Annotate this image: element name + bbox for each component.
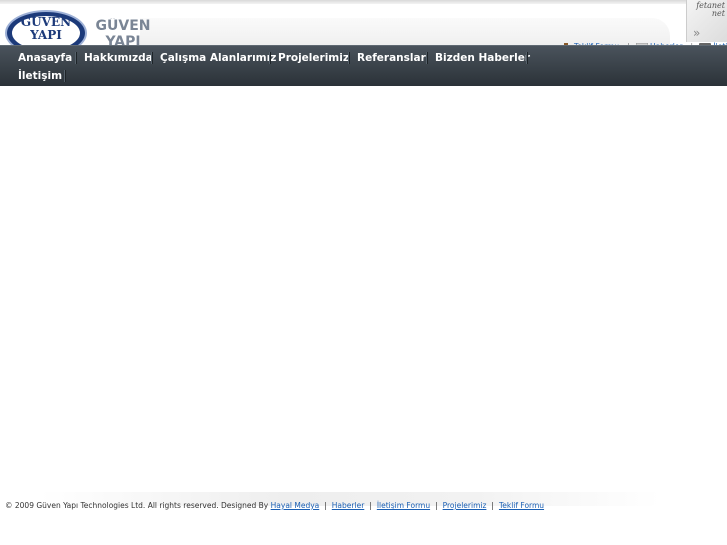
nav-separator <box>75 52 77 64</box>
nav-item-iletisim[interactable]: İletişim <box>18 68 62 84</box>
footer-link-hayal-medya[interactable]: Hayal Medya <box>271 501 320 510</box>
brand-name: GÜVEN YAPI <box>95 18 151 46</box>
main-navigation: Anasayfa Hakkımızda Çalışma Alanlarımız … <box>0 45 727 86</box>
fetanet-label: fetanet net <box>696 1 725 18</box>
nav-item-bizden-haberler[interactable]: Bizden Haberler <box>435 50 530 66</box>
nav-separator <box>426 52 428 64</box>
nav-item-calisma-alanlarimiz[interactable]: Çalışma Alanlarımız <box>160 50 276 66</box>
footer-link-projelerimiz[interactable]: Projelerimiz <box>443 501 487 510</box>
footer-link-haberler[interactable]: Haberler <box>332 501 364 510</box>
nav-separator <box>151 52 153 64</box>
nav-separator <box>348 52 350 64</box>
nav-item-projelerimiz[interactable]: Projelerimiz <box>278 50 349 66</box>
footer: © 2009 Güven Yapı Technologies Ltd. All … <box>5 501 545 510</box>
double-chevron-icon: » <box>693 26 701 40</box>
logo-text-yapi: YAPI <box>30 28 62 42</box>
fetanet-corner-badge[interactable]: fetanet net » <box>686 0 727 42</box>
nav-separator <box>526 52 528 64</box>
nav-separator <box>64 70 66 82</box>
top-strip <box>0 0 727 4</box>
logo-text-guven: GÜVEN <box>20 15 72 29</box>
nav-item-hakkimizda[interactable]: Hakkımızda <box>84 50 153 66</box>
nav-separator <box>269 52 271 64</box>
nav-item-referanslar[interactable]: Referanslar <box>357 50 426 66</box>
copyright-text: © 2009 Güven Yapı Technologies Ltd. All … <box>5 501 269 510</box>
nav-item-anasayfa[interactable]: Anasayfa <box>18 50 72 66</box>
footer-link-teklif-formu[interactable]: Teklif Formu <box>499 501 544 510</box>
footer-link-iletisim-formu[interactable]: İletişim Formu <box>377 501 430 510</box>
